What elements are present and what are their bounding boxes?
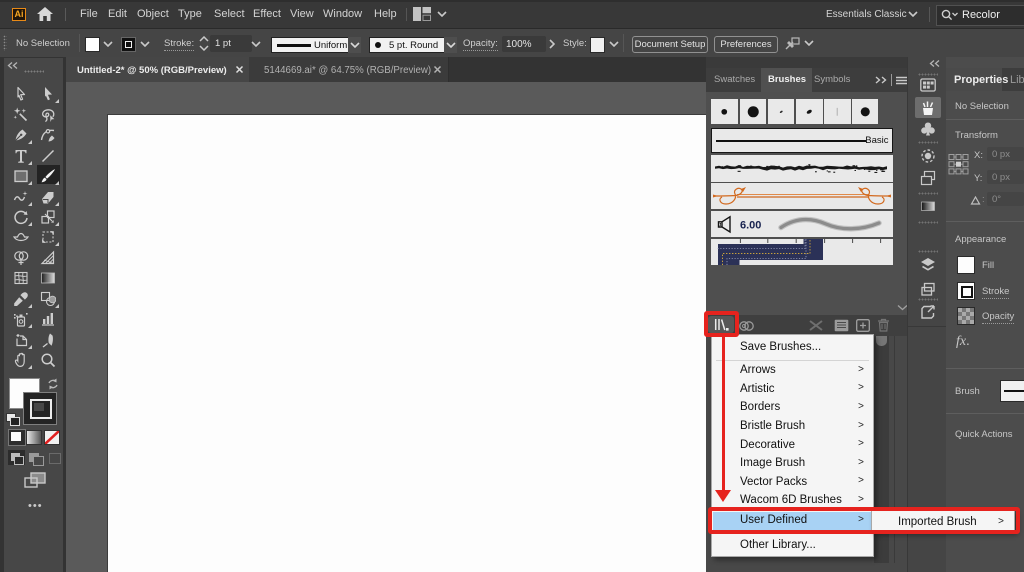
svg-text:6.00: 6.00 [740, 219, 761, 231]
